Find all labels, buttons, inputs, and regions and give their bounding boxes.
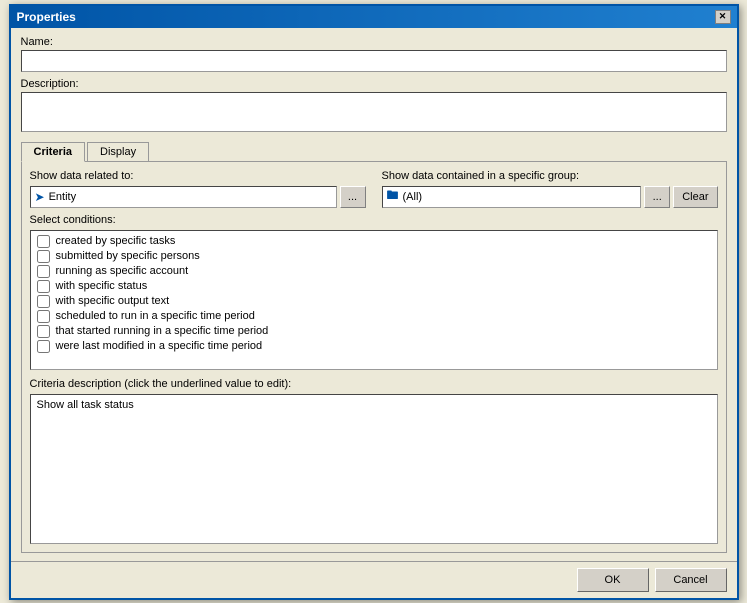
ok-label: OK [605, 574, 621, 586]
condition-with-specific-output: with specific output text [37, 295, 711, 308]
title-bar-buttons: ✕ [715, 10, 731, 24]
condition-running-as-account: running as specific account [37, 265, 711, 278]
entity-input[interactable]: ➤ Entity [30, 186, 337, 208]
condition-scheduled-to-run: scheduled to run in a specific time peri… [37, 310, 711, 323]
conditions-section: Select conditions: created by specific t… [30, 214, 718, 370]
condition-started-running: that started running in a specific time … [37, 325, 711, 338]
label-with-specific-status: with specific status [56, 280, 148, 292]
criteria-desc-box: Show all task status [30, 394, 718, 544]
entity-icon: ➤ [35, 190, 45, 204]
group-icon: 🖿 [387, 186, 399, 207]
checkbox-created-by-tasks[interactable] [37, 235, 50, 248]
name-input[interactable] [21, 50, 727, 72]
cancel-button[interactable]: Cancel [655, 568, 727, 592]
close-button[interactable]: ✕ [715, 10, 731, 24]
name-label: Name: [21, 36, 727, 48]
dialog-body: Name: Description: Criteria Display Show… [11, 28, 737, 561]
criteria-desc-label: Criteria description (click the underlin… [30, 378, 718, 390]
group-browse-icon: ... [653, 191, 662, 203]
conditions-box: created by specific tasks submitted by s… [30, 230, 718, 370]
label-scheduled-to-run: scheduled to run in a specific time peri… [56, 310, 255, 322]
condition-with-specific-status: with specific status [37, 280, 711, 293]
checkbox-with-specific-output[interactable] [37, 295, 50, 308]
name-field-row: Name: [21, 36, 727, 72]
description-input[interactable] [21, 92, 727, 132]
show-data-left: Show data related to: ➤ Entity ... [30, 170, 366, 208]
checkbox-last-modified[interactable] [37, 340, 50, 353]
group-input[interactable]: 🖿 (All) [382, 186, 642, 208]
tab-content-criteria: Show data related to: ➤ Entity ... Show … [21, 161, 727, 553]
criteria-desc-value: Show all task status [37, 399, 134, 411]
conditions-label: Select conditions: [30, 214, 718, 226]
checkbox-scheduled-to-run[interactable] [37, 310, 50, 323]
label-started-running: that started running in a specific time … [56, 325, 269, 337]
close-icon: ✕ [719, 11, 727, 22]
entity-field-with-btn: ➤ Entity ... [30, 186, 366, 208]
group-label: Show data contained in a specific group: [382, 170, 718, 182]
checkbox-with-specific-status[interactable] [37, 280, 50, 293]
group-field-with-btn: 🖿 (All) ... Clear [382, 186, 718, 208]
entity-browse-button[interactable]: ... [340, 186, 366, 208]
entity-browse-icon: ... [348, 191, 357, 203]
dialog-title: Properties [17, 10, 76, 24]
label-created-by-tasks: created by specific tasks [56, 235, 176, 247]
condition-created-by-tasks: created by specific tasks [37, 235, 711, 248]
cancel-label: Cancel [673, 574, 707, 586]
tab-criteria[interactable]: Criteria [21, 142, 86, 162]
properties-dialog: Properties ✕ Name: Description: Criteria… [9, 4, 739, 600]
tab-display[interactable]: Display [87, 142, 149, 162]
title-bar: Properties ✕ [11, 6, 737, 28]
condition-last-modified: were last modified in a specific time pe… [37, 340, 711, 353]
checkbox-started-running[interactable] [37, 325, 50, 338]
show-data-label: Show data related to: [30, 170, 366, 182]
label-running-as-account: running as specific account [56, 265, 189, 277]
show-group-right: Show data contained in a specific group:… [382, 170, 718, 208]
entity-value: Entity [49, 191, 77, 203]
clear-label: Clear [682, 191, 708, 203]
checkbox-running-as-account[interactable] [37, 265, 50, 278]
tabs-bar: Criteria Display [21, 141, 727, 161]
label-submitted-by-persons: submitted by specific persons [56, 250, 200, 262]
group-value: (All) [403, 191, 423, 203]
group-browse-button[interactable]: ... [644, 186, 670, 208]
condition-submitted-by-persons: submitted by specific persons [37, 250, 711, 263]
label-with-specific-output: with specific output text [56, 295, 170, 307]
description-field-row: Description: [21, 78, 727, 135]
description-label: Description: [21, 78, 727, 90]
label-last-modified: were last modified in a specific time pe… [56, 340, 263, 352]
dialog-footer: OK Cancel [11, 561, 737, 598]
checkbox-submitted-by-persons[interactable] [37, 250, 50, 263]
group-clear-button[interactable]: Clear [673, 186, 717, 208]
show-data-row: Show data related to: ➤ Entity ... Show … [30, 170, 718, 208]
ok-button[interactable]: OK [577, 568, 649, 592]
